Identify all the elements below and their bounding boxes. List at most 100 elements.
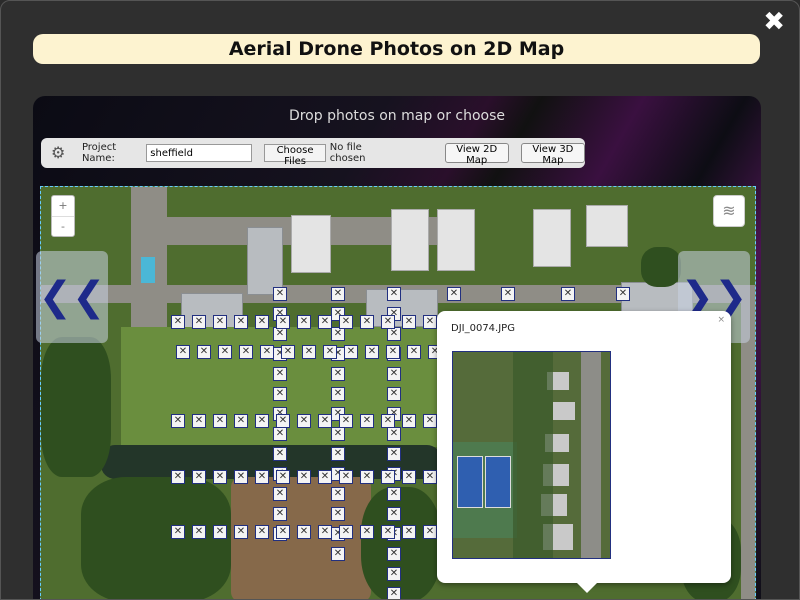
photo-marker[interactable]: ✕ (386, 345, 400, 359)
photo-marker[interactable]: ✕ (297, 315, 311, 329)
photo-marker[interactable]: ✕ (273, 507, 287, 521)
photo-marker[interactable]: ✕ (213, 414, 227, 428)
photo-marker[interactable]: ✕ (387, 447, 401, 461)
photo-marker[interactable]: ✕ (331, 447, 345, 461)
photo-marker[interactable]: ✕ (297, 525, 311, 539)
photo-marker[interactable]: ✕ (407, 345, 421, 359)
photo-marker[interactable]: ✕ (365, 345, 379, 359)
photo-marker[interactable]: ✕ (302, 345, 316, 359)
photo-marker[interactable]: ✕ (381, 414, 395, 428)
chevron-double-left-icon[interactable]: ❮❮ (36, 251, 108, 343)
photo-marker[interactable]: ✕ (318, 525, 332, 539)
photo-marker[interactable]: ✕ (339, 315, 353, 329)
photo-marker[interactable]: ✕ (402, 525, 416, 539)
photo-marker[interactable]: ✕ (197, 345, 211, 359)
photo-marker[interactable]: ✕ (239, 345, 253, 359)
photo-marker[interactable]: ✕ (171, 315, 185, 329)
photo-marker[interactable]: ✕ (402, 470, 416, 484)
photo-marker[interactable]: ✕ (360, 470, 374, 484)
photo-marker[interactable]: ✕ (318, 414, 332, 428)
photo-marker[interactable]: ✕ (234, 470, 248, 484)
photo-marker[interactable]: ✕ (387, 327, 401, 341)
photo-marker[interactable]: ✕ (213, 470, 227, 484)
layers-icon[interactable]: ≋ (713, 195, 745, 227)
photo-marker[interactable]: ✕ (192, 470, 206, 484)
photo-marker[interactable]: ✕ (360, 414, 374, 428)
photo-marker[interactable]: ✕ (234, 315, 248, 329)
photo-marker[interactable]: ✕ (255, 525, 269, 539)
photo-marker[interactable]: ✕ (402, 414, 416, 428)
photo-marker[interactable]: ✕ (273, 487, 287, 501)
photo-marker[interactable]: ✕ (561, 287, 575, 301)
photo-marker[interactable]: ✕ (176, 345, 190, 359)
photo-marker[interactable]: ✕ (402, 315, 416, 329)
photo-marker[interactable]: ✕ (360, 525, 374, 539)
photo-marker[interactable]: ✕ (192, 525, 206, 539)
photo-marker[interactable]: ✕ (297, 414, 311, 428)
photo-marker[interactable]: ✕ (387, 507, 401, 521)
photo-marker[interactable]: ✕ (339, 470, 353, 484)
photo-marker[interactable]: ✕ (381, 315, 395, 329)
gear-icon[interactable]: ⚙ (51, 144, 66, 162)
photo-marker[interactable]: ✕ (273, 447, 287, 461)
close-icon[interactable]: × (717, 315, 725, 325)
photo-marker[interactable]: ✕ (387, 367, 401, 381)
photo-marker[interactable]: ✕ (255, 315, 269, 329)
zoom-in-button[interactable]: + (52, 196, 74, 217)
photo-marker[interactable]: ✕ (192, 315, 206, 329)
photo-marker[interactable]: ✕ (273, 327, 287, 341)
photo-marker[interactable]: ✕ (387, 487, 401, 501)
photo-marker[interactable]: ✕ (234, 525, 248, 539)
photo-marker[interactable]: ✕ (339, 525, 353, 539)
photo-marker[interactable]: ✕ (381, 470, 395, 484)
close-icon[interactable]: ✖ (763, 7, 785, 37)
photo-marker[interactable]: ✕ (331, 487, 345, 501)
photo-marker[interactable]: ✕ (331, 327, 345, 341)
photo-marker[interactable]: ✕ (616, 287, 630, 301)
photo-marker[interactable]: ✕ (331, 507, 345, 521)
photo-marker[interactable]: ✕ (260, 345, 274, 359)
photo-marker[interactable]: ✕ (255, 414, 269, 428)
photo-marker[interactable]: ✕ (171, 470, 185, 484)
photo-marker[interactable]: ✕ (387, 587, 401, 599)
photo-marker[interactable]: ✕ (381, 525, 395, 539)
zoom-out-button[interactable]: - (52, 217, 74, 237)
photo-marker[interactable]: ✕ (331, 387, 345, 401)
photo-marker[interactable]: ✕ (273, 387, 287, 401)
photo-marker[interactable]: ✕ (360, 315, 374, 329)
photo-marker[interactable]: ✕ (276, 414, 290, 428)
view-2d-map-button[interactable]: View 2D Map (444, 143, 509, 166)
photo-marker[interactable]: ✕ (213, 315, 227, 329)
photo-marker[interactable]: ✕ (213, 525, 227, 539)
photo-marker[interactable]: ✕ (273, 287, 287, 301)
photo-marker[interactable]: ✕ (276, 315, 290, 329)
photo-marker[interactable]: ✕ (218, 345, 232, 359)
photo-marker[interactable]: ✕ (234, 414, 248, 428)
photo-marker[interactable]: ✕ (339, 414, 353, 428)
photo-marker[interactable]: ✕ (387, 287, 401, 301)
photo-marker[interactable]: ✕ (387, 427, 401, 441)
photo-marker[interactable]: ✕ (297, 470, 311, 484)
photo-marker[interactable]: ✕ (423, 315, 437, 329)
photo-marker[interactable]: ✕ (192, 414, 206, 428)
photo-marker[interactable]: ✕ (423, 470, 437, 484)
photo-marker[interactable]: ✕ (323, 345, 337, 359)
photo-marker[interactable]: ✕ (331, 287, 345, 301)
photo-marker[interactable]: ✕ (276, 525, 290, 539)
photo-marker[interactable]: ✕ (387, 547, 401, 561)
photo-marker[interactable]: ✕ (447, 287, 461, 301)
photo-marker[interactable]: ✕ (318, 315, 332, 329)
photo-marker[interactable]: ✕ (331, 547, 345, 561)
photo-marker[interactable]: ✕ (423, 414, 437, 428)
photo-marker[interactable]: ✕ (281, 345, 295, 359)
photo-marker[interactable]: ✕ (423, 525, 437, 539)
photo-marker[interactable]: ✕ (331, 367, 345, 381)
photo-marker[interactable]: ✕ (273, 427, 287, 441)
project-name-input[interactable] (146, 144, 253, 162)
choose-files-button[interactable]: Choose Files (264, 144, 326, 167)
photo-thumbnail[interactable] (452, 351, 611, 559)
photo-marker[interactable]: ✕ (276, 470, 290, 484)
photo-marker[interactable]: ✕ (387, 567, 401, 581)
photo-marker[interactable]: ✕ (501, 287, 515, 301)
photo-marker[interactable]: ✕ (273, 367, 287, 381)
